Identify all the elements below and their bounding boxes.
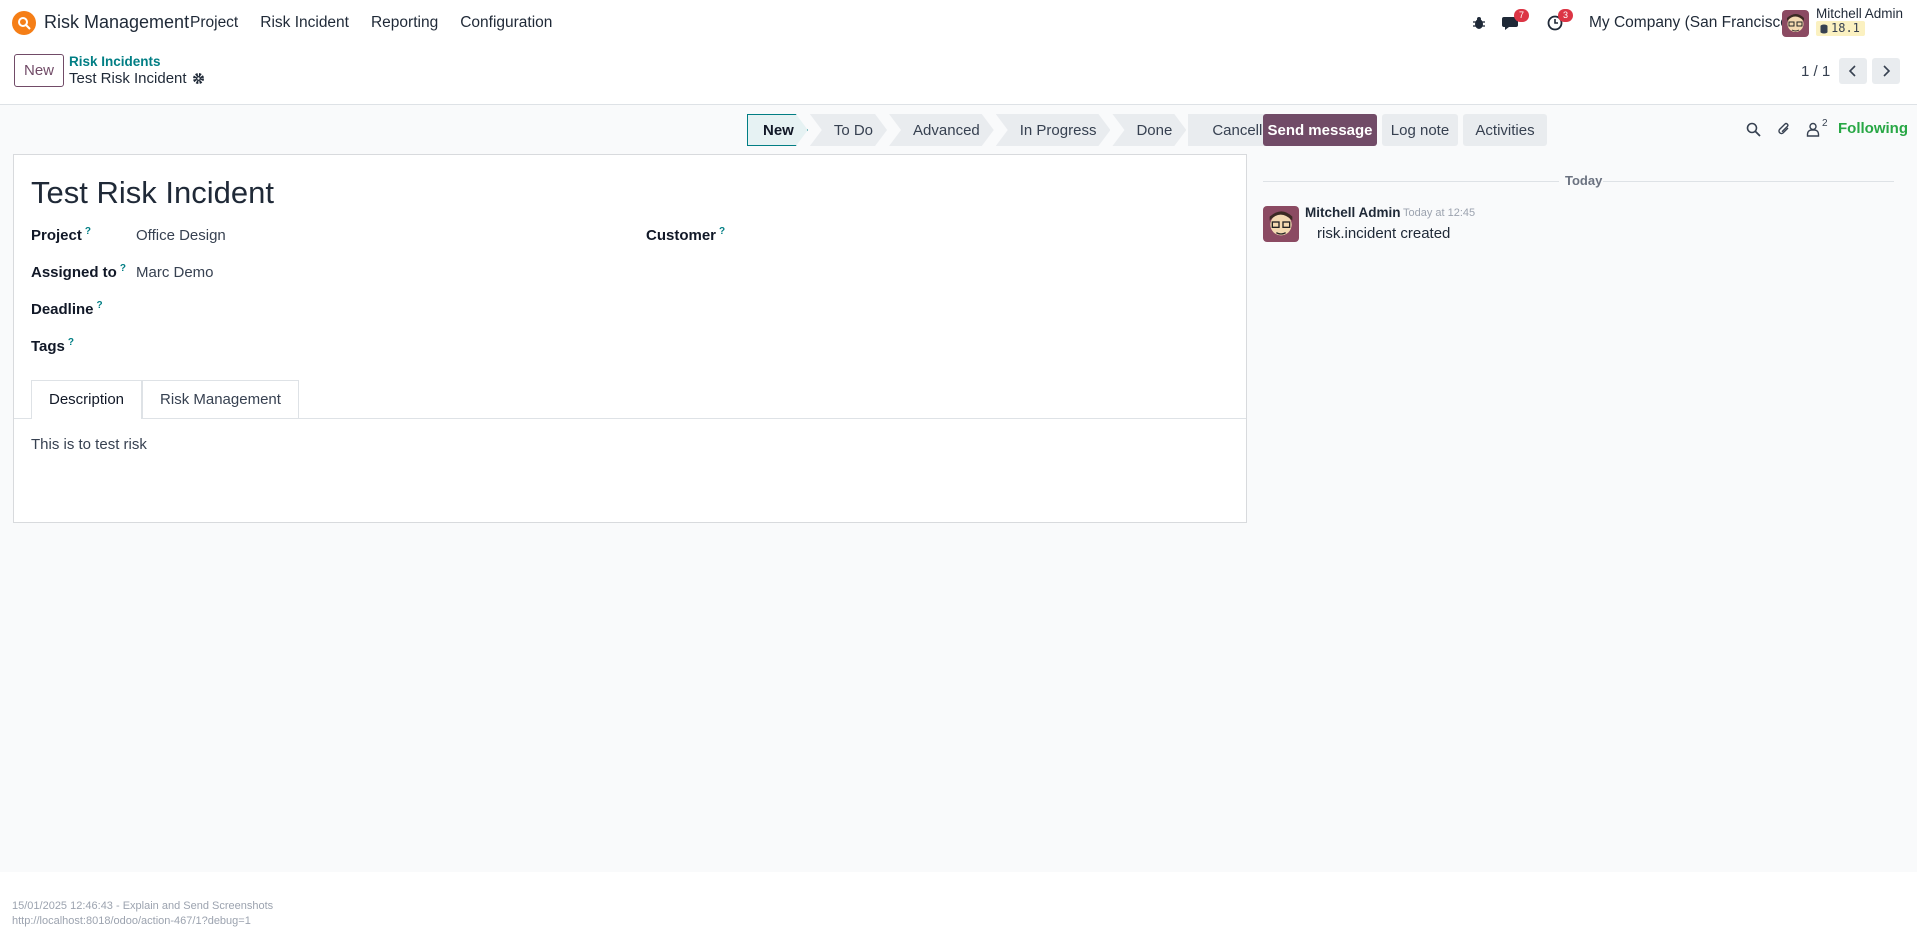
stage-in-progress[interactable]: In Progress xyxy=(996,114,1111,146)
date-separator: Today xyxy=(1565,173,1603,188)
description-content[interactable]: This is to test risk xyxy=(31,436,147,453)
user-name[interactable]: Mitchell Admin xyxy=(1816,6,1903,21)
project-field[interactable]: Office Design xyxy=(136,227,226,244)
activity-badge: 3 xyxy=(1558,9,1573,22)
footer-url: http://localhost:8018/odoo/action-467/1?… xyxy=(12,915,251,927)
discuss-chat-icon[interactable]: 7 xyxy=(1500,9,1529,33)
deadline-help-tooltip[interactable]: ? xyxy=(97,300,103,311)
customer-field[interactable] xyxy=(752,222,1232,246)
menu-item-project[interactable]: Project xyxy=(190,14,238,32)
control-panel: New Risk Incidents Test Risk Incident 1 … xyxy=(0,46,1917,105)
follower-count: 2 xyxy=(1822,118,1828,129)
tab-risk-management[interactable]: Risk Management xyxy=(142,380,299,418)
tab-divider xyxy=(14,418,1246,419)
date-separator-line-left xyxy=(1263,181,1559,182)
company-switcher[interactable]: My Company (San Francisco) xyxy=(1589,14,1794,32)
tab-description[interactable]: Description xyxy=(31,380,143,419)
menu-item-reporting[interactable]: Reporting xyxy=(371,14,438,32)
tags-label: Tags? xyxy=(31,337,74,355)
customer-label: Customer? xyxy=(646,226,725,244)
log-note-button[interactable]: Log note xyxy=(1382,114,1458,146)
notebook-tabs: Description Risk Management xyxy=(31,380,299,419)
message-body: risk.incident created xyxy=(1317,225,1451,242)
main-menu: Project Risk Incident Reporting Configur… xyxy=(190,14,574,32)
pager-previous-button[interactable] xyxy=(1839,58,1867,84)
deadline-label-text: Deadline xyxy=(31,301,94,318)
assigned-to-label-text: Assigned to xyxy=(31,264,117,281)
project-label-text: Project xyxy=(31,227,82,244)
stage-new[interactable]: New xyxy=(747,114,808,146)
chevron-left-icon xyxy=(1848,65,1856,77)
customer-help-tooltip[interactable]: ? xyxy=(719,226,725,237)
menu-item-risk-incident[interactable]: Risk Incident xyxy=(260,14,349,32)
app-name[interactable]: Risk Management xyxy=(44,12,189,33)
stage-to-do[interactable]: To Do xyxy=(810,114,887,146)
search-icon[interactable] xyxy=(1743,119,1763,139)
stage-statusbar: New To Do Advanced In Progress Done Canc… xyxy=(747,114,1297,146)
assigned-to-label: Assigned to? xyxy=(31,263,126,281)
date-separator-line-right xyxy=(1603,181,1894,182)
user-avatar[interactable] xyxy=(1782,10,1809,37)
stage-done[interactable]: Done xyxy=(1112,114,1186,146)
new-button[interactable]: New xyxy=(14,54,64,87)
chevron-right-icon xyxy=(1883,65,1891,77)
footer-area xyxy=(0,872,1917,939)
message-author-avatar[interactable] xyxy=(1263,206,1299,242)
tags-label-text: Tags xyxy=(31,338,65,355)
menu-item-configuration[interactable]: Configuration xyxy=(460,14,552,32)
assigned-to-field[interactable]: Marc Demo xyxy=(136,264,214,281)
customer-label-text: Customer xyxy=(646,227,717,244)
activities-button[interactable]: Activities xyxy=(1463,114,1547,146)
breadcrumb-current: Test Risk Incident xyxy=(69,70,205,87)
paperclip-icon[interactable] xyxy=(1774,119,1794,139)
send-message-button[interactable]: Send message xyxy=(1263,114,1377,146)
deadline-field[interactable] xyxy=(136,296,616,320)
record-title[interactable]: Test Risk Incident xyxy=(31,175,274,211)
discuss-badge: 7 xyxy=(1514,9,1529,22)
breadcrumb-parent[interactable]: Risk Incidents xyxy=(69,54,161,69)
db-version-badge: 18.1 xyxy=(1816,21,1865,36)
pager-next-button[interactable] xyxy=(1872,58,1900,84)
project-help-tooltip[interactable]: ? xyxy=(85,226,91,237)
database-icon xyxy=(1820,24,1828,33)
pager-value[interactable]: 1 / 1 xyxy=(1801,63,1830,80)
top-navbar: Risk Management Project Risk Incident Re… xyxy=(0,0,1917,46)
form-sheet: Test Risk Incident Project? Office Desig… xyxy=(13,154,1247,523)
followers-icon[interactable] xyxy=(1803,119,1823,139)
message-date: Today at 12:45 xyxy=(1403,207,1476,219)
footer-screenshot-info: 15/01/2025 12:46:43 - Explain and Send S… xyxy=(12,900,274,912)
project-label: Project? xyxy=(31,226,91,244)
assigned-to-help-tooltip[interactable]: ? xyxy=(120,263,126,274)
breadcrumb-current-label: Test Risk Incident xyxy=(69,70,187,87)
stage-advanced[interactable]: Advanced xyxy=(889,114,994,146)
db-version: 18.1 xyxy=(1831,21,1860,35)
tags-help-tooltip[interactable]: ? xyxy=(68,337,74,348)
tags-field[interactable] xyxy=(136,333,616,357)
app-logo-icon[interactable] xyxy=(12,11,36,35)
debug-bug-icon[interactable] xyxy=(1468,13,1490,33)
gear-icon[interactable] xyxy=(192,72,205,85)
following-button[interactable]: Following xyxy=(1838,120,1908,137)
deadline-label: Deadline? xyxy=(31,300,103,318)
activity-clock-icon[interactable]: 3 xyxy=(1544,9,1573,33)
message-author[interactable]: Mitchell Admin xyxy=(1305,205,1401,220)
